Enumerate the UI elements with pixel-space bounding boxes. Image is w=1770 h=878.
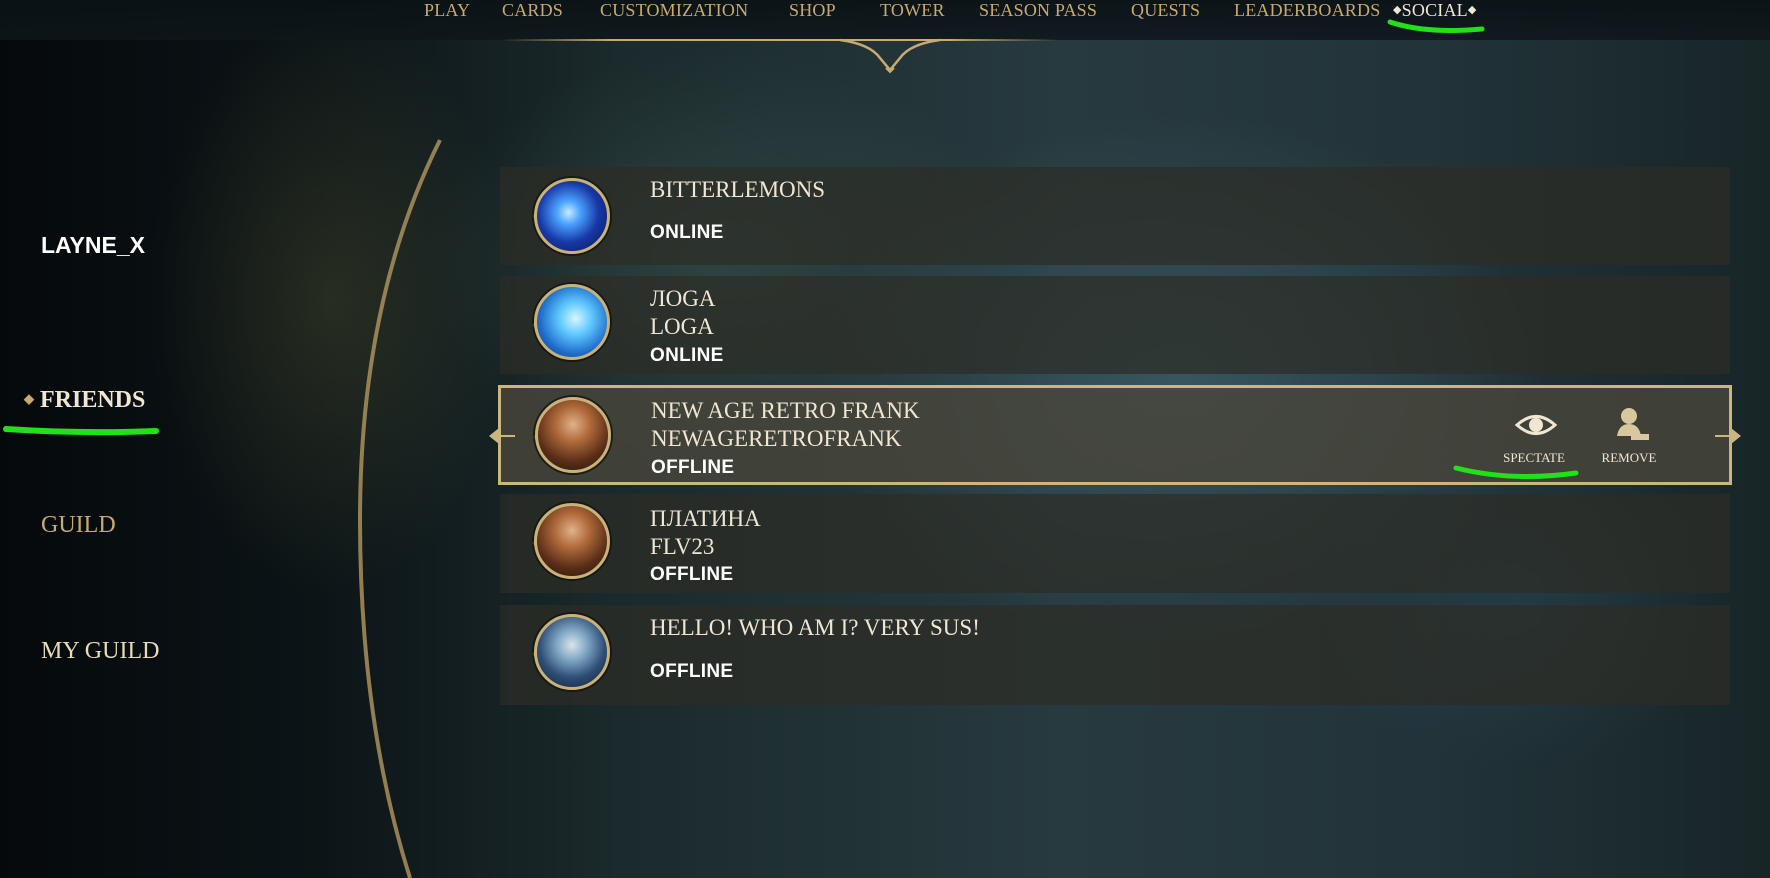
nav-social-label: SOCIAL [1401,0,1468,20]
friend-name: ЛОGA [650,286,716,311]
nav-social[interactable]: ◆SOCIAL◆ [1393,0,1477,22]
spectate-button[interactable]: SPECTATE [1494,406,1574,468]
nav-tower[interactable]: TOWER [880,0,945,22]
warrior-avatar [535,397,611,473]
friend-status: OFFLINE [651,457,735,478]
nav-season-pass[interactable]: SEASON PASS [979,0,1097,22]
eye-icon [1514,415,1558,435]
remove-user-icon [1617,408,1649,440]
blue-lion-avatar [534,284,610,360]
friend-name: NEW AGE RETRO FRANK [651,398,920,423]
nav-customization[interactable]: CUSTOMIZATION [600,0,748,22]
spectate-label: SPECTATE [1503,450,1565,465]
friend-name: HELLO! WHO AM I? VERY SUS! [650,615,980,640]
friend-row[interactable]: BITTERLEMONS ONLINE [500,167,1730,265]
nav-divider [500,39,1060,41]
friend-row-selected[interactable]: NEW AGE RETRO FRANK NEWAGERETROFRANK OFF… [489,385,1741,485]
annotation-underline [3,426,159,436]
friend-status: ONLINE [650,222,724,243]
nav-notch-ornament [840,38,940,74]
friend-name: ПЛАТИНА [650,506,761,531]
friend-status: ONLINE [650,345,724,366]
friend-tag: FLV23 [650,534,715,559]
diamond-icon: ◆ [1393,4,1402,16]
nav-shop[interactable]: SHOP [789,0,836,22]
friend-row[interactable]: ЛОGA LOGA ONLINE [500,276,1730,374]
sidebar-item-friends[interactable]: ◆ FRIENDS [24,387,145,414]
sidebar-item-guild[interactable]: GUILD [41,512,116,539]
friend-tag: LOGA [650,314,714,339]
selection-left-ornament [489,428,515,444]
username-label: LAYNE_X [41,232,145,258]
diamond-icon: ◆ [24,391,34,406]
selection-right-ornament [1715,428,1741,444]
remove-label: REMOVE [1601,450,1657,465]
robot-avatar [534,614,610,690]
friend-status: OFFLINE [650,661,734,682]
nav-leaderboards[interactable]: LEADERBOARDS [1234,0,1380,22]
sidebar-item-my-guild[interactable]: MY GUILD [41,638,159,665]
nav-quests[interactable]: QUESTS [1131,0,1200,22]
top-nav: PLAY CARDS CUSTOMIZATION SHOP TOWER SEAS… [0,0,1770,40]
friend-row[interactable]: ПЛАТИНА FLV23 OFFLINE [500,494,1730,593]
nav-cards[interactable]: CARDS [502,0,563,22]
friend-status: OFFLINE [650,564,734,585]
friend-tag: NEWAGERETROFRANK [651,426,902,451]
warrior-avatar [534,503,610,579]
sidebar-item-friends-label: FRIENDS [40,387,146,413]
blue-rune-avatar [534,178,610,254]
nav-play[interactable]: PLAY [424,0,470,22]
diamond-icon: ◆ [1467,4,1477,16]
friend-name: BITTERLEMONS [650,177,826,202]
remove-friend-button[interactable]: REMOVE [1589,406,1669,468]
friend-row[interactable]: HELLO! WHO AM I? VERY SUS! OFFLINE [500,605,1730,705]
